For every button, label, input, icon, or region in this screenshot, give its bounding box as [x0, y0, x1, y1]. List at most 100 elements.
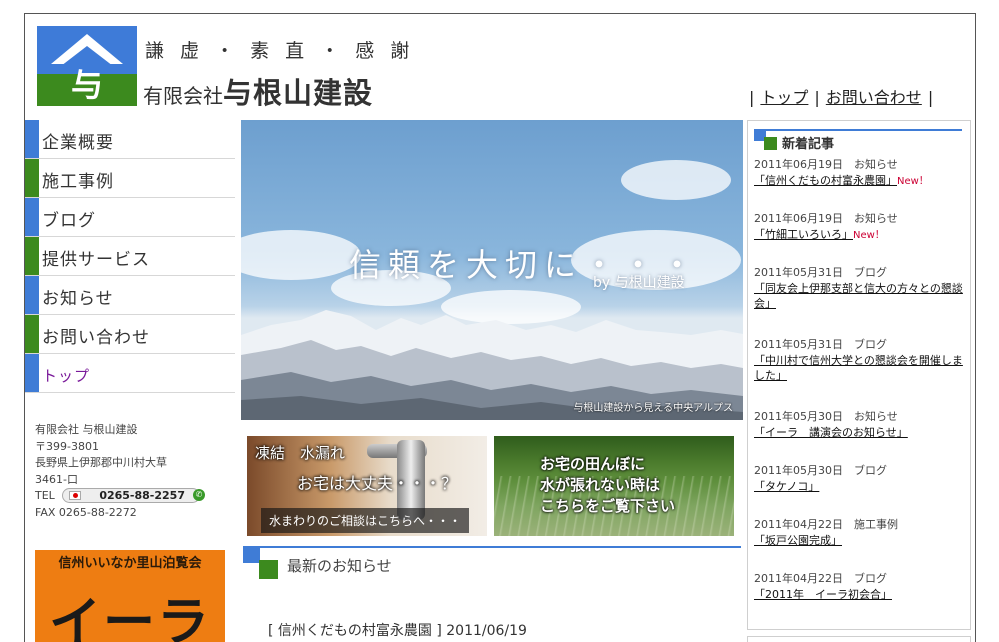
tel-widget[interactable]: 0265-88-2257 ✆: [62, 488, 205, 503]
nav-divider: |: [814, 88, 820, 107]
top-nav: | トップ | お問い合わせ |: [749, 84, 933, 108]
heading-square-green: [764, 137, 777, 150]
post-link[interactable]: 「イーラ 講演会のお知らせ」: [754, 426, 908, 439]
news-item: [ 信州くだもの村富永農園 ] 2011/06/19: [268, 623, 527, 639]
nav-label: ブログ: [42, 211, 96, 231]
promo-field-text: お宅の田んぼに 水が張れない時は こちらをご覧下さい: [540, 454, 675, 517]
nav-accent-bar: [25, 237, 39, 275]
post-meta: 2011年06月19日 お知らせ: [754, 158, 898, 171]
post-meta: 2011年04月22日 施工事例: [754, 518, 898, 531]
promo-field-line-2: 水が張れない時は: [540, 476, 661, 494]
left-nav-item-news[interactable]: お知らせ: [25, 276, 235, 315]
recent-post: 2011年06月19日 お知らせ 「竹細工いろいろ」New！: [754, 211, 968, 243]
nav-accent-bar: [25, 276, 39, 314]
company-name: 与根山建設: [223, 76, 374, 110]
nav-accent-bar: [25, 354, 39, 392]
company-logo[interactable]: 与: [37, 26, 137, 106]
promo-water-line-2: お宅は大丈夫・・・？: [297, 474, 458, 493]
left-nav-item-company[interactable]: 企業概要: [25, 120, 235, 159]
promo-water-line-3: 水まわりのご相談はこちらへ・・・: [261, 508, 470, 533]
nav-divider: |: [927, 88, 934, 107]
hero-byline: by 与根山建設: [593, 275, 685, 291]
left-nav-item-blog[interactable]: ブログ: [25, 198, 235, 237]
logo-char: 与: [70, 66, 103, 104]
left-nav-item-top[interactable]: トップ: [25, 354, 235, 393]
nav-accent-bar: [25, 315, 39, 353]
banner-title: 信州いいなか里山泊覧会: [58, 556, 202, 571]
post-link[interactable]: 「タケノコ」: [754, 480, 819, 493]
company-prefix: 有限会社: [143, 84, 223, 108]
heading-rule: [243, 546, 741, 548]
info-company-name: 有限会社 与根山建設: [35, 423, 138, 436]
nav-accent-bar: [25, 198, 39, 236]
left-nav-item-services[interactable]: 提供サービス: [25, 237, 235, 276]
info-fax: FAX 0265-88-2272: [35, 505, 137, 519]
recent-posts-heading: 新着記事: [754, 125, 962, 155]
post-meta: 2011年05月31日 ブログ: [754, 338, 887, 351]
eela-banner[interactable]: 信州いいなか里山泊覧会 イーラ: [35, 550, 225, 642]
water-trouble-promo[interactable]: 凍結 水漏れ お宅は大丈夫・・・？ 水まわりのご相談はこちらへ・・・: [247, 436, 487, 536]
post-link[interactable]: 「2011年 イーラ初会合」: [754, 588, 892, 601]
nav-label: 提供サービス: [42, 250, 150, 270]
post-meta: 2011年04月22日 ブログ: [754, 572, 887, 585]
post-link[interactable]: 「信州くだもの村富永農園」: [754, 174, 897, 187]
info-address-2: 3461-口: [35, 472, 78, 486]
company-title: 有限会社与根山建設: [143, 70, 373, 112]
sidebar-next-box: [747, 636, 971, 642]
recent-posts-title: 新着記事: [782, 137, 835, 152]
recent-post: 2011年05月30日 お知らせ 「イーラ 講演会のお知らせ」: [754, 409, 968, 440]
info-address-1: 長野県上伊那郡中川村大草: [35, 456, 167, 469]
left-nav: 企業概要 施工事例 ブログ 提供サービス お知らせ お問い合わせ トップ: [25, 120, 235, 393]
latest-news-title: 最新のお知らせ: [287, 557, 392, 575]
recent-post: 2011年05月31日 ブログ 「同友会上伊那支部と信大の方々との懇談会」: [754, 265, 968, 312]
info-tel-number: 0265-88-2257: [99, 489, 185, 502]
company-info: 有限会社 与根山建設 〒399-3801 長野県上伊那郡中川村大草 3461-口…: [35, 422, 205, 521]
top-nav-top-link[interactable]: トップ: [760, 88, 808, 107]
top-nav-contact-link[interactable]: お問い合わせ: [826, 88, 922, 107]
nav-label: 施工事例: [42, 172, 114, 192]
post-meta: 2011年06月19日 お知らせ: [754, 212, 898, 225]
nav-accent-bar: [25, 120, 39, 158]
recent-post: 2011年05月30日 ブログ 「タケノコ」: [754, 463, 968, 494]
motto: 謙 虚 ・ 素 直 ・ 感 謝: [145, 40, 415, 62]
post-link[interactable]: 「同友会上伊那支部と信大の方々との懇談会」: [754, 282, 963, 311]
recent-posts-box: 新着記事 2011年06月19日 お知らせ 「信州くだもの村富永農園」New！ …: [747, 120, 971, 630]
nav-accent-bar: [25, 159, 39, 197]
info-tel-row: TEL 0265-88-2257 ✆: [35, 488, 205, 505]
phone-call-icon[interactable]: ✆: [192, 489, 205, 501]
page-frame: 与 謙 虚 ・ 素 直 ・ 感 謝 有限会社与根山建設 | トップ | お問い合わせ |…: [24, 13, 976, 642]
post-meta: 2011年05月31日 ブログ: [754, 266, 887, 279]
post-meta: 2011年05月30日 お知らせ: [754, 410, 898, 423]
nav-label: お知らせ: [42, 289, 114, 309]
nav-label: トップ: [42, 367, 91, 385]
promo-water-line-1: 凍結 水漏れ: [255, 444, 346, 462]
new-badge: New！: [897, 175, 929, 187]
recent-post: 2011年06月19日 お知らせ 「信州くだもの村富永農園」New！: [754, 157, 968, 189]
post-link[interactable]: 「中川村で信州大学との懇談会を開催しました」: [754, 354, 963, 383]
recent-post: 2011年05月31日 ブログ 「中川村で信州大学との懇談会を開催しました」: [754, 337, 968, 384]
new-badge: New！: [853, 229, 885, 241]
heading-rule: [754, 129, 962, 131]
logo-roof-inner-icon: [61, 46, 113, 66]
post-link[interactable]: 「坂戸公園完成」: [754, 534, 842, 547]
banner-logo-text: イーラ: [48, 593, 211, 642]
promo-field-line-3: こちらをご覧下さい: [540, 497, 676, 515]
left-nav-item-contact[interactable]: お問い合わせ: [25, 315, 235, 354]
recent-post: 2011年04月22日 ブログ 「2011年 イーラ初会合」: [754, 571, 968, 602]
left-nav-item-works[interactable]: 施工事例: [25, 159, 235, 198]
rice-field-promo[interactable]: お宅の田んぼに 水が張れない時は こちらをご覧下さい: [494, 436, 734, 536]
nav-label: 企業概要: [42, 133, 114, 153]
info-postal: 〒399-3801: [35, 439, 99, 453]
heading-square-blue: [243, 546, 260, 563]
hero-caption: 与根山建設から見える中央アルプス: [573, 403, 733, 414]
nav-label: お問い合わせ: [42, 328, 150, 348]
hero-image: 信頼を大切に・・・ by 与根山建設 与根山建設から見える中央アルプス: [241, 120, 743, 420]
japan-flag-icon: [69, 491, 82, 500]
post-link[interactable]: 「竹細工いろいろ」: [754, 228, 853, 241]
heading-square-green: [259, 560, 278, 579]
recent-post: 2011年04月22日 施工事例 「坂戸公園完成」: [754, 517, 968, 548]
post-meta: 2011年05月30日 ブログ: [754, 464, 887, 477]
promo-field-line-1: お宅の田んぼに: [540, 455, 646, 473]
latest-news-heading: 最新のお知らせ: [243, 544, 741, 586]
nav-divider: |: [749, 88, 755, 107]
